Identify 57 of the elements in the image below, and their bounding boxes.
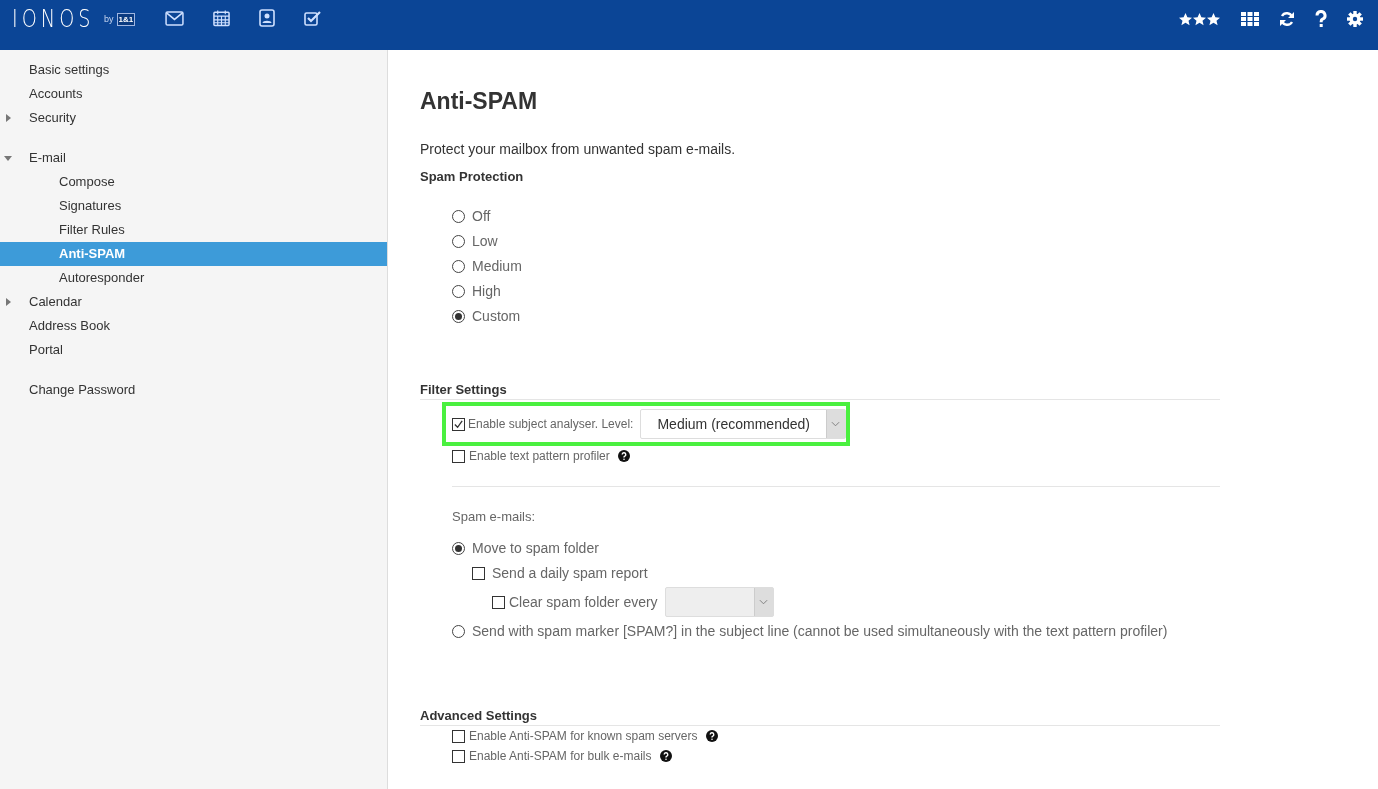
checkbox[interactable] bbox=[452, 417, 465, 431]
radio-label: Custom bbox=[472, 308, 521, 324]
mail-icon[interactable] bbox=[165, 10, 185, 26]
help-icon[interactable] bbox=[1315, 10, 1327, 28]
checkbox-label: Enable subject analyser. Level: bbox=[468, 417, 634, 431]
sidebar-item[interactable]: Compose bbox=[0, 170, 387, 194]
sidebar-item[interactable]: Calendar bbox=[0, 290, 387, 314]
checkbox[interactable] bbox=[452, 749, 465, 763]
triangle-right-icon[interactable] bbox=[4, 298, 12, 306]
logo-by: by bbox=[104, 14, 114, 24]
intro-text: Protect your mailbox from unwanted spam e-mails. bbox=[420, 141, 737, 157]
checkbox[interactable] bbox=[452, 729, 465, 743]
checkbox[interactable] bbox=[472, 566, 485, 580]
sidebar-item[interactable]: Address Book bbox=[0, 314, 387, 338]
caret-icon bbox=[759, 599, 769, 605]
calendar-icon[interactable] bbox=[213, 9, 231, 27]
sidebar-item[interactable]: Basic settings bbox=[0, 58, 387, 82]
radio-label: Send with spam marker [SPAM?] in the subject line (cannot be used simultaneously with the text pattern profiler) bbox=[472, 623, 1168, 639]
sidebar-item[interactable]: Signatures bbox=[0, 194, 387, 218]
checkbox-label: Enable Anti-SPAM for known spam servers bbox=[469, 729, 698, 743]
help-icon[interactable] bbox=[617, 450, 630, 462]
sidebar-item[interactable]: Change Password bbox=[0, 378, 387, 402]
stars-icon[interactable] bbox=[1179, 12, 1221, 26]
triangle-down-icon[interactable] bbox=[4, 154, 12, 162]
page-title: Anti-SPAM bbox=[420, 88, 539, 115]
section-heading: Spam Protection bbox=[420, 169, 525, 186]
triangle-right-icon[interactable] bbox=[4, 114, 12, 122]
help-icon[interactable] bbox=[659, 750, 672, 762]
radio-label: Off bbox=[472, 208, 491, 224]
sidebar-item[interactable]: E-mail bbox=[0, 146, 387, 170]
checkbox[interactable] bbox=[452, 449, 465, 463]
checkbox-label: Enable text pattern profiler bbox=[469, 449, 610, 463]
section-heading: Advanced Settings bbox=[420, 708, 1220, 726]
radio-label: Low bbox=[472, 233, 498, 249]
settings-icon[interactable] bbox=[1347, 11, 1363, 27]
logo-text[interactable]: IONOS bbox=[12, 5, 95, 33]
checkbox-label: Clear spam folder every bbox=[509, 594, 658, 610]
logo-badge: 1&1 bbox=[116, 12, 136, 26]
contact-card-icon[interactable] bbox=[259, 9, 276, 27]
checkbox-label: Enable Anti-SPAM for bulk e-mails bbox=[469, 749, 652, 763]
level-dropdown[interactable]: Medium (recommended) bbox=[640, 409, 846, 439]
help-icon[interactable] bbox=[705, 730, 718, 742]
radio-label: Move to spam folder bbox=[472, 540, 599, 556]
radio-label: Medium bbox=[472, 258, 522, 274]
radio-label: High bbox=[472, 283, 501, 299]
grid-icon[interactable] bbox=[1241, 12, 1259, 26]
sidebar-item[interactable]: Portal bbox=[0, 338, 387, 362]
sidebar-item[interactable]: Autoresponder bbox=[0, 266, 387, 290]
sidebar-item[interactable]: Security bbox=[0, 106, 387, 130]
caret-icon bbox=[831, 421, 841, 427]
checkbox-icon[interactable] bbox=[304, 10, 323, 26]
sidebar-item[interactable]: Accounts bbox=[0, 82, 387, 106]
sidebar-item[interactable]: Filter Rules bbox=[0, 218, 387, 242]
section-heading: Filter Settings bbox=[420, 382, 1220, 400]
refresh-icon[interactable] bbox=[1279, 11, 1295, 27]
checkbox-label: Send a daily spam report bbox=[492, 565, 648, 581]
subsection-label: Spam e-mails: bbox=[452, 509, 537, 524]
